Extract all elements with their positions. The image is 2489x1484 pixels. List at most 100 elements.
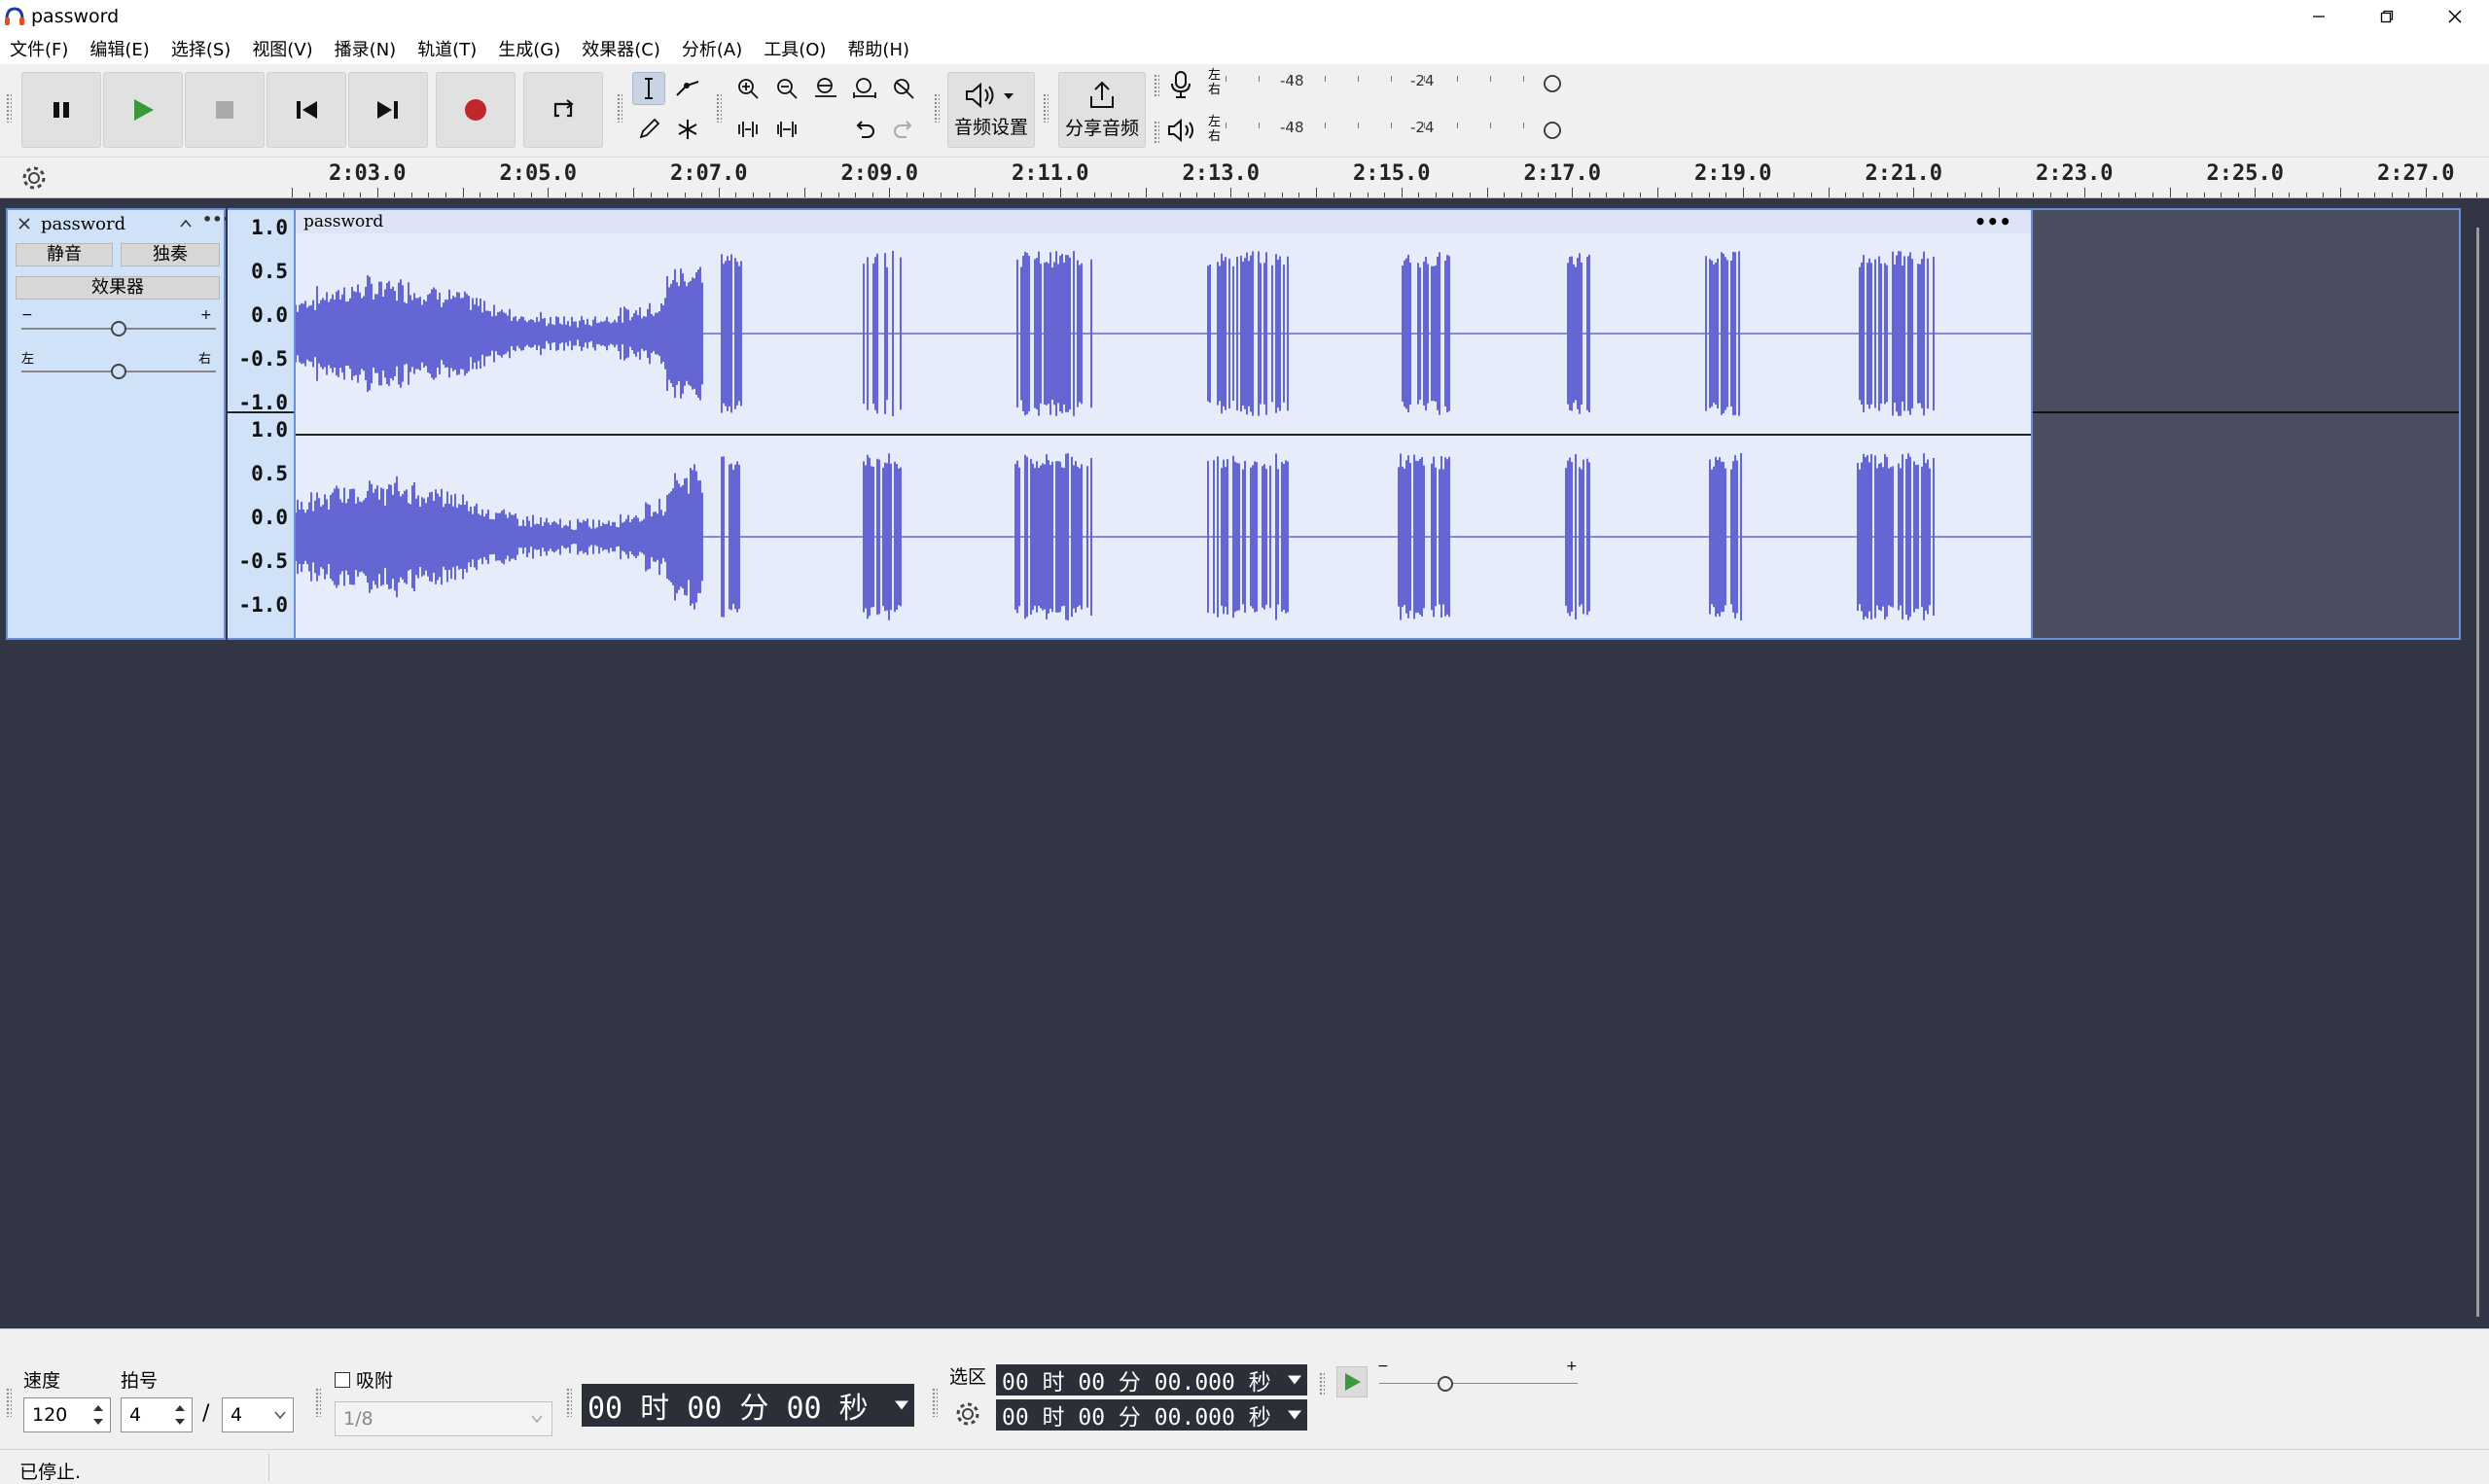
snap-select[interactable]: 1/8 <box>335 1401 552 1436</box>
scale-label: 0.5 <box>251 260 288 283</box>
time-signature-spin-icon[interactable] <box>171 1399 189 1431</box>
snap-checkbox[interactable] <box>335 1372 350 1388</box>
vertical-scrollbar[interactable] <box>2476 228 2479 1317</box>
play-at-speed-button[interactable] <box>1336 1366 1368 1397</box>
minimize-button[interactable] <box>2285 0 2353 33</box>
stop-button[interactable] <box>185 72 265 148</box>
play-button[interactable] <box>103 72 183 148</box>
skip-to-start-button[interactable] <box>267 72 346 148</box>
record-meter-knob[interactable] <box>1543 74 1562 93</box>
selection-end-dropdown-icon[interactable] <box>1288 1410 1301 1420</box>
pause-button[interactable] <box>21 72 101 148</box>
zoom-out-button[interactable] <box>770 72 803 105</box>
ruler-tick <box>1162 193 1164 197</box>
redo-button[interactable] <box>887 113 920 146</box>
clip-header[interactable]: password ••• <box>296 210 2031 233</box>
time-format-dropdown-icon[interactable] <box>895 1400 908 1410</box>
menu-edit[interactable]: 编辑(E) <box>89 36 149 61</box>
menu-transport[interactable]: 播录(N) <box>335 36 397 61</box>
pan-slider-knob[interactable] <box>111 364 126 379</box>
selection-grip[interactable] <box>932 1388 938 1417</box>
gain-slider[interactable] <box>21 319 216 338</box>
menu-tracks[interactable]: 轨道(T) <box>417 36 477 61</box>
ruler-tick <box>1572 188 1574 197</box>
draw-tool-button[interactable] <box>632 113 665 146</box>
time-signature-grip[interactable] <box>6 1388 12 1417</box>
zoom-toggle-button[interactable] <box>887 72 920 105</box>
close-window-button[interactable] <box>2421 0 2489 33</box>
menu-effect[interactable]: 效果器(C) <box>582 36 660 61</box>
solo-button[interactable]: 独奏 <box>121 243 220 266</box>
menu-select[interactable]: 选择(S) <box>171 36 231 61</box>
gear-icon <box>956 1402 979 1426</box>
selection-settings-button[interactable] <box>955 1401 980 1431</box>
speaker-icon-wrap[interactable] <box>1167 117 1196 148</box>
ruler-tick <box>957 193 959 197</box>
record-button[interactable] <box>436 72 516 148</box>
audio-setup-grip[interactable] <box>934 93 940 123</box>
loop-button[interactable] <box>523 72 603 148</box>
play-at-speed-grip[interactable] <box>1319 1372 1325 1396</box>
selection-tool-button[interactable] <box>632 72 665 105</box>
snap-grip[interactable] <box>315 1388 321 1417</box>
clip-menu-button[interactable]: ••• <box>1974 210 2011 233</box>
collapse-track-button[interactable] <box>179 216 193 234</box>
menu-view[interactable]: 视图(V) <box>252 36 312 61</box>
multi-tool-button[interactable] <box>671 113 704 146</box>
mute-button[interactable]: 静音 <box>16 243 113 266</box>
ruler-tick <box>769 193 771 197</box>
selection-start-dropdown-icon[interactable] <box>1288 1375 1301 1385</box>
ruler-tick <box>1947 193 1949 197</box>
restore-button[interactable] <box>2353 0 2421 33</box>
menu-analyze[interactable]: 分析(A) <box>682 36 742 61</box>
empty-track-region[interactable] <box>2033 208 2461 640</box>
ruler-tick <box>1093 193 1095 197</box>
fit-project-button[interactable] <box>848 72 881 105</box>
trim-audio-button[interactable] <box>731 113 764 146</box>
waveform[interactable] <box>296 233 2031 638</box>
record-meter[interactable]: -48 -24 <box>1226 72 1561 101</box>
time-signature-bottom-select[interactable]: 4 <box>222 1397 294 1432</box>
share-grip[interactable] <box>1043 93 1049 123</box>
skip-to-end-button[interactable] <box>348 72 428 148</box>
time-grip[interactable] <box>566 1388 572 1417</box>
audio-clip[interactable]: password ••• <box>294 208 2033 640</box>
selection-end-display[interactable]: 00 时 00 分 00.000 秒 <box>996 1399 1307 1431</box>
record-meter-grip[interactable] <box>1154 74 1159 97</box>
menu-tools[interactable]: 工具(O) <box>764 36 826 61</box>
close-track-button[interactable] <box>18 216 31 234</box>
ruler-label: 2:21.0 <box>1865 161 1942 186</box>
playback-meter[interactable]: -48 -24 <box>1226 119 1561 148</box>
pan-slider[interactable] <box>21 362 216 381</box>
track-name[interactable]: password <box>41 214 125 234</box>
effects-button[interactable]: 效果器 <box>16 276 220 300</box>
share-audio-button[interactable]: 分享音频 <box>1058 72 1146 148</box>
ruler-tick <box>667 193 669 197</box>
audio-settings-button[interactable]: 音频设置 <box>947 72 1035 148</box>
silence-audio-button[interactable] <box>770 113 803 146</box>
timeline-ruler[interactable]: 2:03.0 2:05.0 2:07.0 2:09.0 2:11.0 2:13.0 2:15… <box>0 158 2489 198</box>
timeline-settings-button[interactable] <box>21 165 47 194</box>
amplitude-scale[interactable]: 1.0 0.5 0.0 -0.5 -1.0 1.0 0.5 0.0 -0.5 -1.0 <box>228 208 294 640</box>
track-area[interactable]: password ••• 静音 独奏 效果器 − + 左 右 1.0 0.5 0.0… <box>0 198 2489 1345</box>
tempo-spin-icon[interactable] <box>89 1399 107 1431</box>
menu-generate[interactable]: 生成(G) <box>498 36 560 61</box>
menu-help[interactable]: 帮助(H) <box>847 36 909 61</box>
edit-grip[interactable] <box>716 93 722 123</box>
tools-grip[interactable] <box>617 93 622 123</box>
time-display[interactable]: 00 时 00 分 00 秒 <box>582 1384 914 1427</box>
toolbar-grip[interactable] <box>6 93 12 123</box>
selection-start-display[interactable]: 00 时 00 分 00.000 秒 <box>996 1364 1307 1396</box>
track-control-panel[interactable]: password ••• 静音 独奏 效果器 − + 左 右 <box>6 208 232 640</box>
play-meter-grip[interactable] <box>1154 121 1159 144</box>
playback-speed-knob[interactable] <box>1438 1376 1453 1392</box>
zoom-in-button[interactable] <box>731 72 764 105</box>
playback-speed-slider[interactable] <box>1379 1374 1578 1394</box>
microphone-icon-wrap[interactable] <box>1167 70 1194 103</box>
menu-file[interactable]: 文件(F) <box>10 36 68 61</box>
envelope-tool-button[interactable] <box>671 72 704 105</box>
fit-selection-button[interactable] <box>809 72 842 105</box>
playback-meter-knob[interactable] <box>1543 121 1562 140</box>
gain-slider-knob[interactable] <box>111 321 126 336</box>
undo-button[interactable] <box>848 113 881 146</box>
